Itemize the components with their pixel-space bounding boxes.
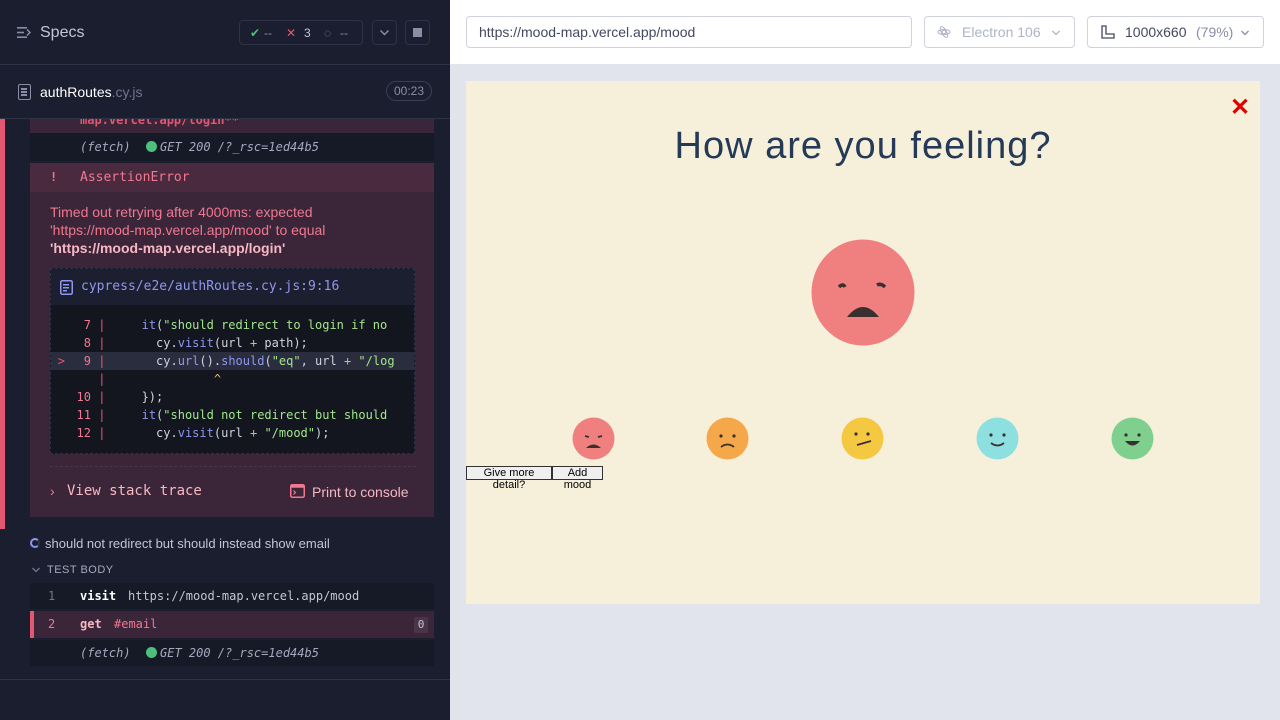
- code-frame-header[interactable]: cypress/e2e/authRoutes.cy.js:9:16: [51, 269, 414, 305]
- command-arg: #email: [114, 617, 158, 631]
- spec-file-basename: authRoutes: [40, 84, 112, 100]
- print-to-console-label: Print to console: [312, 484, 409, 500]
- passed-count: --: [264, 26, 272, 40]
- electron-icon: [937, 26, 951, 38]
- error-type: AssertionError: [80, 170, 190, 185]
- view-stack-trace-label: View stack trace: [67, 483, 202, 499]
- fetch-text: GET 200 /?_rsc=1ed44b5: [160, 140, 319, 154]
- mood-ok-button[interactable]: [976, 417, 1019, 460]
- app-preview-panel: https://mood-map.vercel.app/mood Electro…: [450, 0, 1280, 720]
- stop-icon: [413, 28, 422, 37]
- viewport-size: 1000x660: [1125, 24, 1187, 40]
- give-more-detail-button[interactable]: Give more detail?: [466, 466, 552, 491]
- viewport-selector[interactable]: 1000x660 (79%): [1087, 16, 1264, 48]
- command-log-panel: Specs ✔ -- ✕ 3 ◌ -- authRoutes.cy.js 00:…: [0, 0, 450, 720]
- failed-count: 3: [304, 26, 311, 40]
- status-dot-icon: [146, 647, 157, 658]
- browser-selector[interactable]: Electron 106: [924, 16, 1075, 48]
- status-dot-icon: [146, 141, 157, 152]
- fetch-label: (fetch): [80, 140, 131, 154]
- specs-title[interactable]: Specs: [40, 24, 84, 42]
- passed-check-icon: ✔: [250, 26, 261, 40]
- mood-meh-button[interactable]: [841, 417, 884, 460]
- code-line: 7 | it("should redirect to login if no: [83, 318, 395, 332]
- ruler-icon: [1101, 25, 1115, 39]
- fetch-row[interactable]: (fetch) GET 200 /?_rsc=1ed44b5: [30, 133, 434, 161]
- code-line: 12 | cy.visit(url + "/mood");: [76, 426, 330, 440]
- app-under-test: ✕ How are you feeling? Give more detail?…: [466, 81, 1260, 604]
- document-icon: [18, 84, 31, 100]
- command-number: 1: [48, 589, 56, 603]
- test-body-label: TEST BODY: [47, 564, 114, 576]
- failed-x-icon: ✕: [286, 26, 297, 40]
- mood-sad-button[interactable]: [706, 417, 749, 460]
- previous-command-text: map.vercel.app/login**: [80, 119, 239, 127]
- command-name: get: [80, 617, 102, 631]
- code-line-highlighted: >9 | cy.url().should("eq", url + "/log: [51, 352, 414, 370]
- chevron-down-icon: [1241, 30, 1249, 36]
- code-line: 11 | it("should not redirect but should: [76, 408, 395, 422]
- specs-list-icon[interactable]: [17, 26, 31, 39]
- code-frame: cypress/e2e/authRoutes.cy.js:9:16 7 | it…: [50, 268, 415, 454]
- error-message-line1: Timed out retrying after 4000ms: expecte…: [50, 204, 313, 220]
- failed-test-indicator: [0, 119, 5, 529]
- spec-file-row: authRoutes.cy.js 00:23: [0, 65, 450, 119]
- chevron-down-icon: [1052, 30, 1060, 36]
- error-header: ! AssertionError: [30, 163, 434, 192]
- browser-toolbar: https://mood-map.vercel.app/mood Electro…: [450, 0, 1280, 64]
- code-file-path: cypress/e2e/authRoutes.cy.js:9:16: [81, 279, 340, 294]
- mood-happy-button[interactable]: [1111, 417, 1154, 460]
- error-divider: [50, 466, 416, 467]
- pending-count: --: [340, 26, 348, 40]
- chevron-down-icon: [379, 29, 390, 36]
- collapse-all-button[interactable]: [372, 20, 397, 45]
- command-arg: https://mood-map.vercel.app/mood: [128, 589, 360, 603]
- test-stats: ✔ -- ✕ 3 ◌ --: [239, 20, 363, 45]
- viewport-zoom: (79%): [1196, 24, 1234, 40]
- failed-indicator: [30, 611, 34, 638]
- command-row-failed[interactable]: 2 get #email 0: [30, 611, 434, 638]
- element-count-badge: 0: [414, 617, 428, 633]
- spec-file-name[interactable]: authRoutes.cy.js: [40, 84, 142, 100]
- url-bar[interactable]: https://mood-map.vercel.app/mood: [466, 16, 912, 48]
- test-title-row[interactable]: should not redirect but should instead s…: [28, 533, 448, 553]
- selected-mood-face: [811, 239, 915, 346]
- previous-command-row[interactable]: map.vercel.app/login**: [30, 119, 434, 133]
- command-row[interactable]: 1 visit https://mood-map.vercel.app/mood: [30, 583, 434, 609]
- test-title: should not redirect but should instead s…: [45, 536, 330, 551]
- mood-angry-button[interactable]: [572, 417, 615, 460]
- error-message: Timed out retrying after 4000ms: expecte…: [50, 203, 410, 257]
- browser-name: Electron 106: [962, 24, 1041, 40]
- code-line: | ^: [91, 372, 222, 386]
- pending-spinner-icon: ◌: [324, 26, 332, 40]
- error-marker-icon: !: [50, 170, 58, 184]
- stop-button[interactable]: [405, 20, 430, 45]
- add-mood-button[interactable]: Add mood: [552, 466, 603, 491]
- error-message-line3: 'https://mood-map.vercel.app/login': [50, 240, 286, 256]
- command-name: visit: [80, 589, 117, 603]
- command-number: 2: [48, 617, 56, 631]
- footer-divider: [0, 679, 450, 680]
- chevron-right-icon: ›: [50, 483, 55, 499]
- specs-header: Specs ✔ -- ✕ 3 ◌ --: [0, 0, 450, 65]
- running-spinner-icon: [30, 538, 40, 548]
- print-to-console-button[interactable]: Print to console: [290, 482, 420, 502]
- code-line: 8 | cy.visit(url + path);: [83, 336, 308, 350]
- terminal-icon: [290, 484, 305, 498]
- page-title: How are you feeling?: [674, 125, 1052, 167]
- error-message-line2: 'https://mood-map.vercel.app/mood' to eq…: [50, 222, 326, 238]
- fetch-label: (fetch): [80, 646, 131, 660]
- spec-duration: 00:23: [386, 81, 432, 101]
- file-icon: [60, 280, 73, 295]
- chevron-down-icon: [32, 567, 40, 573]
- code-line: 10 | });: [76, 390, 164, 404]
- fetch-text: GET 200 /?_rsc=1ed44b5: [160, 646, 319, 660]
- spec-file-ext: .cy.js: [111, 84, 143, 100]
- close-icon[interactable]: ✕: [1230, 93, 1250, 122]
- fetch-row[interactable]: (fetch) GET 200 /?_rsc=1ed44b5: [30, 640, 434, 666]
